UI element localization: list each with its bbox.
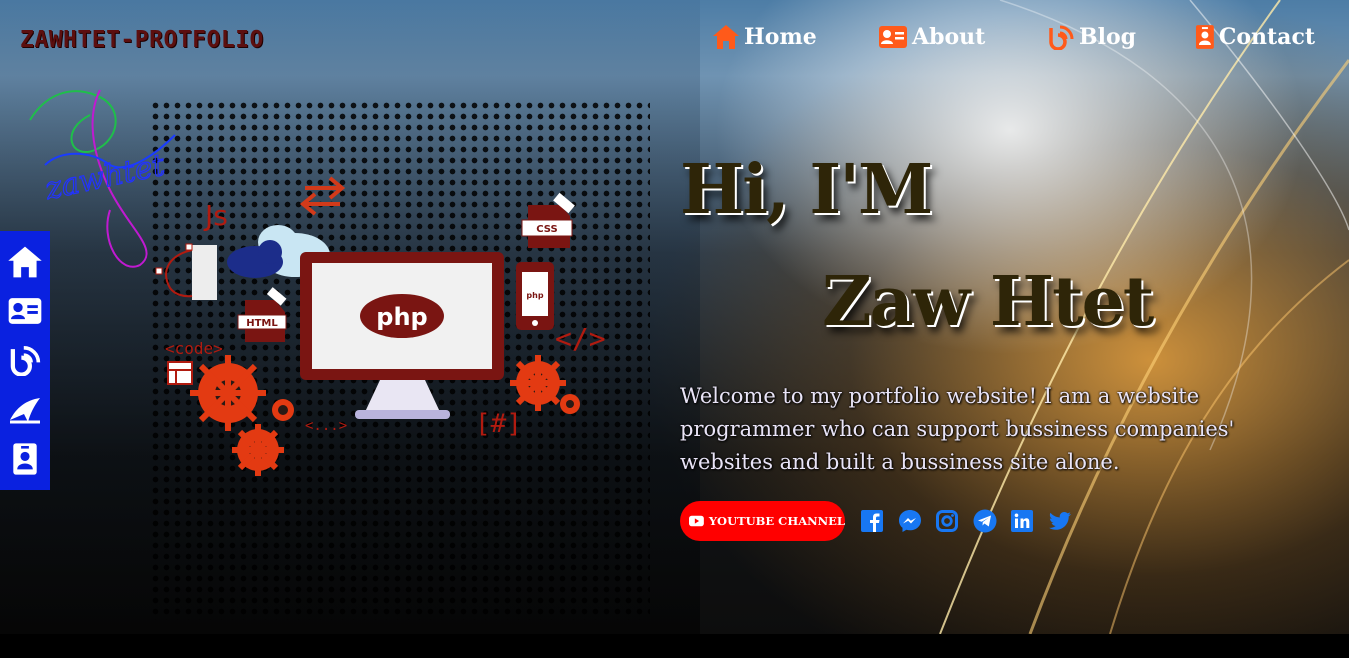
youtube-icon	[689, 515, 704, 527]
nav-contact-label: Contact	[1218, 24, 1315, 50]
nav-contact[interactable]: Contact	[1195, 24, 1315, 50]
hero-section: zawhtet Js php HTML <code> <...> [#] CSS…	[0, 0, 1349, 634]
php-logo-text: php	[376, 303, 427, 331]
hero-name: Zaw Htet	[822, 262, 1154, 342]
site-brand[interactable]: ZAWHTET-PROTFOLIO	[20, 27, 264, 53]
closing-tag-label: </>	[555, 322, 606, 355]
svg-text:php: php	[526, 291, 543, 300]
arrows-icon	[299, 176, 346, 216]
home-icon	[713, 25, 739, 49]
js-label: Js	[203, 199, 228, 232]
hero-greeting: Hi, I'M	[680, 150, 933, 230]
blog-icon	[1049, 25, 1074, 50]
contact-icon	[13, 443, 37, 475]
html-file-icon: HTML	[237, 287, 287, 342]
telegram-link[interactable]	[973, 509, 997, 533]
footer-bar	[0, 634, 1349, 658]
side-contact-button[interactable]	[5, 439, 45, 479]
hero-intro: Welcome to my portfolio website! I am a …	[680, 384, 1235, 474]
nav-blog-label: Blog	[1079, 24, 1137, 50]
twitter-icon	[1048, 512, 1071, 530]
svg-text:CSS: CSS	[536, 224, 557, 235]
twitter-link[interactable]	[1048, 509, 1072, 533]
nav-blog[interactable]: Blog	[1047, 24, 1137, 50]
css-file-icon: CSS	[521, 192, 575, 248]
facebook-icon	[861, 510, 883, 532]
messenger-icon	[898, 510, 921, 532]
messenger-link[interactable]	[898, 509, 922, 533]
monitor-icon: php	[300, 252, 504, 419]
id-card-icon	[879, 26, 907, 48]
telegram-icon	[973, 509, 996, 533]
side-about-button[interactable]	[5, 291, 45, 331]
hash-label: [#]	[475, 409, 522, 439]
developer-illustration: zawhtet Js php HTML <code> <...> [#] CSS…	[29, 89, 606, 476]
nav-home[interactable]: Home	[712, 24, 822, 50]
youtube-channel-label: YOUTUBE CHANNEL	[708, 514, 845, 528]
phone-icon: php	[516, 262, 554, 330]
side-nav	[0, 231, 50, 490]
dots-tag-label: <...>	[305, 418, 347, 434]
nav-about[interactable]: About	[878, 24, 988, 50]
signature-logo: zawhtet	[29, 89, 176, 268]
instagram-icon	[936, 510, 958, 532]
side-send-button[interactable]	[5, 390, 45, 430]
instagram-link[interactable]	[935, 509, 959, 533]
nav-home-label: Home	[744, 24, 817, 50]
id-card-icon	[8, 298, 42, 324]
svg-text:HTML: HTML	[246, 318, 278, 329]
paper-plane-icon	[10, 397, 40, 424]
contact-icon	[1195, 25, 1214, 49]
linkedin-link[interactable]	[1010, 509, 1034, 533]
home-icon	[8, 246, 42, 278]
nav-about-label: About	[912, 24, 986, 50]
blog-icon	[10, 346, 41, 377]
layout-icon	[167, 361, 193, 385]
facebook-link[interactable]	[860, 509, 884, 533]
social-links	[860, 509, 1085, 533]
linkedin-icon	[1011, 510, 1033, 532]
side-home-button[interactable]	[5, 242, 45, 282]
plug-icon	[155, 243, 217, 300]
code-tag-label: <code>	[165, 339, 223, 358]
youtube-channel-button[interactable]: YOUTUBE CHANNEL	[680, 501, 845, 541]
side-blog-button[interactable]	[5, 340, 45, 380]
